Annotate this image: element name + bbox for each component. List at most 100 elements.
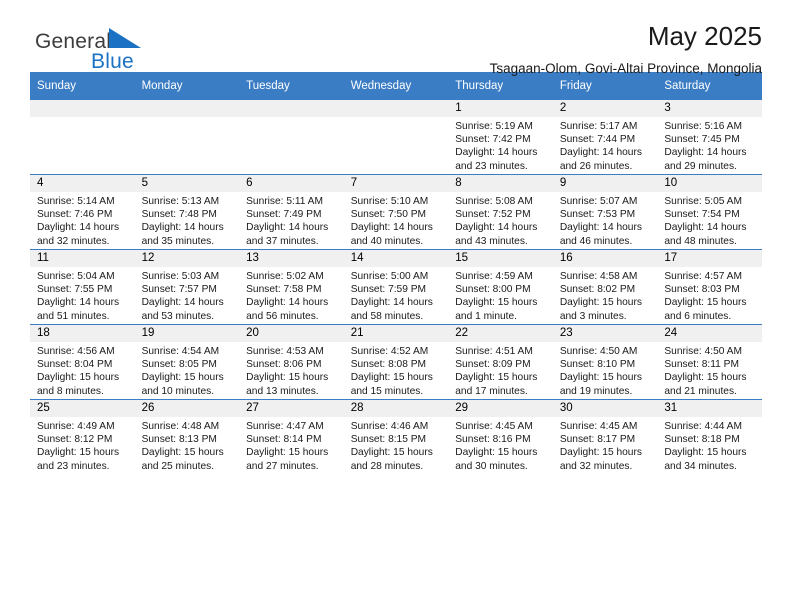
calendar-day-cell[interactable]: 15 Sunrise: 4:59 AM Sunset: 8:00 PM Dayligh…	[448, 249, 553, 325]
calendar-day-cell[interactable]: 26 Sunrise: 4:48 AM Sunset: 8:13 PM Dayligh…	[134, 399, 240, 474]
sunset-text: Sunset: 7:54 PM	[664, 209, 740, 221]
calendar-day-cell[interactable]: 24 Sunrise: 4:50 AM Sunset: 8:11 PM Dayligh…	[657, 324, 762, 400]
sunset-text: Sunset: 7:50 PM	[350, 209, 427, 221]
calendar-day-cell[interactable]: 12 Sunrise: 5:03 AM Sunset: 7:57 PM Dayligh…	[134, 249, 240, 325]
day-cell-inner: 1 Sunrise: 5:19 AM Sunset: 7:42 PM Daylight…	[448, 100, 553, 174]
sunset-text: Sunset: 8:10 PM	[559, 359, 636, 371]
day-number: 25	[30, 400, 135, 417]
day-cell-inner	[30, 100, 135, 174]
daylight-text-line1: Daylight: 15 hours	[455, 372, 538, 384]
daylight-text-line2: and 30 minutes.	[455, 460, 528, 472]
daylight-text-line2: and 19 minutes.	[559, 385, 633, 397]
calendar-day-cell[interactable]: 23 Sunrise: 4:50 AM Sunset: 8:10 PM Dayligh…	[552, 324, 658, 400]
sunrise-sunset-calendar: Sunday Monday Tuesday Wednesday Thursday…	[30, 72, 762, 474]
calendar-day-cell[interactable]: 28 Sunrise: 4:46 AM Sunset: 8:15 PM Dayligh…	[343, 399, 449, 474]
daylight-text-line2: and 29 minutes.	[664, 160, 737, 172]
calendar-day-cell[interactable]: 1 Sunrise: 5:19 AM Sunset: 7:42 PM Daylight…	[448, 100, 553, 175]
calendar-day-cell[interactable]: 9 Sunrise: 5:07 AM Sunset: 7:53 PM Daylight…	[552, 174, 658, 250]
calendar-day-cell[interactable]: 4 Sunrise: 5:14 AM Sunset: 7:46 PM Daylight…	[30, 174, 135, 250]
day-details: Sunrise: 4:48 AM Sunset: 8:13 PM Daylight:…	[135, 417, 240, 473]
daylight-text-line2: and 17 minutes.	[455, 385, 528, 397]
day-number: 10	[657, 175, 762, 192]
calendar-day-cell[interactable]: 13 Sunrise: 5:02 AM Sunset: 7:58 PM Dayligh…	[239, 249, 344, 325]
calendar-day-cell[interactable]: 7 Sunrise: 5:10 AM Sunset: 7:50 PM Daylight…	[343, 174, 449, 250]
day-details: Sunrise: 4:52 AM Sunset: 8:08 PM Daylight:…	[344, 342, 449, 398]
sunrise-text: Sunrise: 4:59 AM	[455, 271, 533, 282]
day-details: Sunrise: 5:03 AM Sunset: 7:57 PM Daylight:…	[135, 267, 240, 323]
day-details: Sunrise: 5:16 AM Sunset: 7:45 PM Daylight:…	[657, 117, 762, 173]
day-details: Sunrise: 4:50 AM Sunset: 8:10 PM Daylight:…	[553, 342, 658, 398]
day-details: Sunrise: 5:10 AM Sunset: 7:50 PM Daylight:…	[344, 192, 449, 248]
daylight-text-line1: Daylight: 14 hours	[455, 147, 538, 159]
day-details: Sunrise: 4:56 AM Sunset: 8:04 PM Daylight:…	[30, 342, 135, 398]
sunrise-text: Sunrise: 5:17 AM	[559, 121, 638, 132]
day-cell-inner: 20 Sunrise: 4:53 AM Sunset: 8:06 PM Dayligh…	[239, 325, 344, 399]
calendar-day-cell[interactable]: 16 Sunrise: 4:58 AM Sunset: 8:02 PM Dayligh…	[552, 249, 658, 325]
daylight-text-line1: Daylight: 15 hours	[141, 447, 224, 459]
day-cell-inner: 5 Sunrise: 5:13 AM Sunset: 7:48 PM Daylight…	[134, 175, 240, 249]
logo-triangle-icon	[109, 28, 143, 53]
calendar-day-cell[interactable]: 22 Sunrise: 4:51 AM Sunset: 8:09 PM Dayligh…	[448, 324, 553, 400]
sunrise-text: Sunrise: 4:45 AM	[559, 421, 638, 432]
daylight-text-line1: Daylight: 14 hours	[664, 147, 747, 159]
calendar-week-row: 25 Sunrise: 4:49 AM Sunset: 8:12 PM Dayligh…	[30, 399, 762, 474]
sunrise-text: Sunrise: 4:50 AM	[664, 346, 742, 357]
sunset-text: Sunset: 8:09 PM	[455, 359, 531, 371]
logo-word-general: General	[35, 30, 112, 53]
daylight-text-line1: Daylight: 15 hours	[664, 447, 747, 459]
calendar-day-cell[interactable]: 8 Sunrise: 5:08 AM Sunset: 7:52 PM Daylight…	[448, 174, 553, 250]
day-cell-inner: 6 Sunrise: 5:11 AM Sunset: 7:49 PM Daylight…	[239, 175, 344, 249]
calendar-day-cell[interactable]: 5 Sunrise: 5:13 AM Sunset: 7:48 PM Daylight…	[134, 174, 240, 250]
sunrise-text: Sunrise: 5:03 AM	[141, 271, 220, 282]
calendar-page: General Blue May 2025 Tsagaan-Olom, Govi…	[0, 0, 792, 612]
calendar-day-cell[interactable]: 19 Sunrise: 4:54 AM Sunset: 8:05 PM Dayligh…	[134, 324, 240, 400]
day-details: Sunrise: 4:53 AM Sunset: 8:06 PM Daylight:…	[239, 342, 344, 398]
daylight-text-line2: and 46 minutes.	[559, 235, 633, 247]
daylight-text-line2: and 58 minutes.	[350, 310, 424, 322]
day-cell-inner	[239, 100, 344, 174]
calendar-day-cell[interactable]: 21 Sunrise: 4:52 AM Sunset: 8:08 PM Dayligh…	[343, 324, 449, 400]
calendar-day-cell[interactable]: 2 Sunrise: 5:17 AM Sunset: 7:44 PM Daylight…	[552, 100, 658, 175]
day-cell-inner: 26 Sunrise: 4:48 AM Sunset: 8:13 PM Dayligh…	[134, 400, 240, 474]
day-details: Sunrise: 4:45 AM Sunset: 8:17 PM Daylight:…	[553, 417, 658, 473]
day-number: 26	[134, 400, 240, 417]
calendar-day-cell[interactable]: 17 Sunrise: 4:57 AM Sunset: 8:03 PM Dayligh…	[657, 249, 762, 325]
daylight-text-line2: and 26 minutes.	[559, 160, 633, 172]
day-number: 5	[134, 175, 240, 192]
day-cell-inner: 4 Sunrise: 5:14 AM Sunset: 7:46 PM Daylight…	[30, 175, 135, 249]
sunset-text: Sunset: 8:00 PM	[455, 284, 531, 296]
day-cell-inner: 3 Sunrise: 5:16 AM Sunset: 7:45 PM Daylight…	[657, 100, 762, 174]
sunrise-text: Sunrise: 4:50 AM	[559, 346, 638, 357]
calendar-day-cell[interactable]: 20 Sunrise: 4:53 AM Sunset: 8:06 PM Dayligh…	[239, 324, 344, 400]
sunrise-text: Sunrise: 5:14 AM	[37, 196, 115, 207]
calendar-day-cell[interactable]: 14 Sunrise: 5:00 AM Sunset: 7:59 PM Dayligh…	[343, 249, 449, 325]
day-details: Sunrise: 5:02 AM Sunset: 7:58 PM Daylight:…	[239, 267, 344, 323]
calendar-day-cell[interactable]: 10 Sunrise: 5:05 AM Sunset: 7:54 PM Dayligh…	[657, 174, 762, 250]
calendar-day-cell[interactable]: 31 Sunrise: 4:44 AM Sunset: 8:18 PM Dayligh…	[657, 399, 762, 474]
calendar-day-cell[interactable]: 11 Sunrise: 5:04 AM Sunset: 7:55 PM Dayligh…	[30, 249, 135, 325]
day-number: 17	[657, 250, 762, 267]
calendar-day-cell[interactable]: 6 Sunrise: 5:11 AM Sunset: 7:49 PM Daylight…	[239, 174, 344, 250]
general-blue-logo[interactable]: General Blue	[35, 28, 143, 72]
day-details: Sunrise: 4:50 AM Sunset: 8:11 PM Daylight:…	[657, 342, 762, 398]
daylight-text-line2: and 56 minutes.	[246, 310, 319, 322]
calendar-day-cell[interactable]: 27 Sunrise: 4:47 AM Sunset: 8:14 PM Dayligh…	[239, 399, 344, 474]
sunrise-text: Sunrise: 5:11 AM	[246, 196, 323, 207]
daylight-text-line1: Daylight: 15 hours	[559, 447, 642, 459]
calendar-day-cell[interactable]: 30 Sunrise: 4:45 AM Sunset: 8:17 PM Dayligh…	[552, 399, 658, 474]
day-number: 29	[448, 400, 553, 417]
day-cell-inner: 10 Sunrise: 5:05 AM Sunset: 7:54 PM Dayligh…	[657, 175, 762, 249]
calendar-day-cell-empty	[239, 100, 344, 175]
sunset-text: Sunset: 7:55 PM	[37, 284, 113, 296]
day-number: 23	[552, 325, 658, 342]
daylight-text-line2: and 6 minutes.	[664, 310, 732, 322]
day-number	[134, 100, 240, 117]
calendar-day-cell[interactable]: 18 Sunrise: 4:56 AM Sunset: 8:04 PM Dayligh…	[30, 324, 135, 400]
daylight-text-line2: and 40 minutes.	[350, 235, 424, 247]
calendar-day-cell[interactable]: 29 Sunrise: 4:45 AM Sunset: 8:16 PM Dayligh…	[448, 399, 553, 474]
calendar-day-cell[interactable]: 3 Sunrise: 5:16 AM Sunset: 7:45 PM Daylight…	[657, 100, 762, 175]
daylight-text-line2: and 23 minutes.	[37, 460, 110, 472]
daylight-text-line2: and 21 minutes.	[664, 385, 737, 397]
calendar-day-cell[interactable]: 25 Sunrise: 4:49 AM Sunset: 8:12 PM Dayligh…	[30, 399, 135, 474]
day-number	[239, 100, 344, 117]
